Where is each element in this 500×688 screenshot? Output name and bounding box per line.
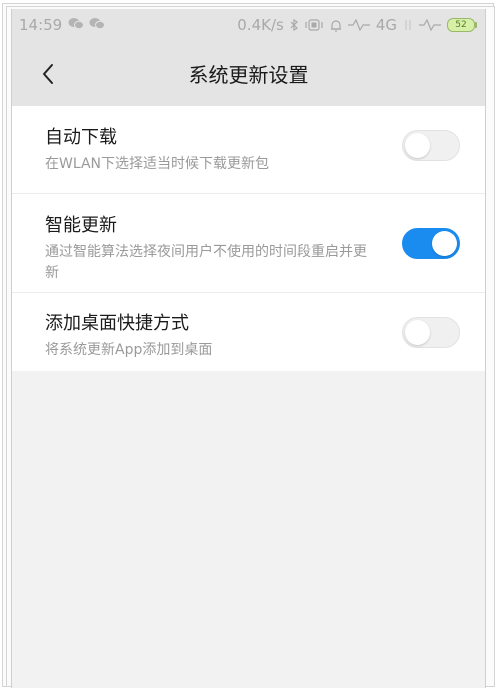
wechat-icon bbox=[89, 18, 105, 30]
settings-list: 自动下载 在WLAN下选择适当时候下载更新包 智能更新 通过智能算法选择夜间用户… bbox=[12, 106, 485, 371]
setting-title: 添加桌面快捷方式 bbox=[45, 313, 189, 334]
desktop-shortcut-toggle[interactable] bbox=[402, 317, 460, 348]
setting-text: 自动下载 在WLAN下选择适当时候下载更新包 bbox=[45, 123, 269, 175]
battery-indicator: 52 bbox=[447, 18, 477, 32]
phone-screen: 14:59 0.4K/s 4G 52 系统更新设置 自动下载 在WLAN下选择适… bbox=[11, 9, 486, 688]
signal-icon bbox=[419, 19, 441, 31]
setting-description: 将系统更新App添加到桌面 bbox=[45, 342, 213, 358]
status-bar: 14:59 0.4K/s 4G 52 bbox=[12, 9, 485, 41]
setting-title: 自动下载 bbox=[45, 127, 117, 148]
network-speed: 0.4K/s bbox=[237, 16, 284, 34]
auto-download-toggle[interactable] bbox=[402, 130, 460, 161]
status-time: 14:59 bbox=[19, 16, 63, 34]
data-arrows-icon bbox=[405, 20, 411, 30]
page-title: 系统更新设置 bbox=[188, 63, 309, 87]
setting-description: 在WLAN下选择适当时候下载更新包 bbox=[45, 156, 270, 172]
setting-auto-download[interactable]: 自动下载 在WLAN下选择适当时候下载更新包 bbox=[12, 106, 485, 194]
alarm-icon bbox=[330, 19, 341, 32]
toggle-knob bbox=[405, 133, 430, 158]
setting-desktop-shortcut[interactable]: 添加桌面快捷方式 将系统更新App添加到桌面 bbox=[12, 293, 485, 371]
top-bar: 14:59 0.4K/s 4G 52 系统更新设置 bbox=[12, 9, 485, 106]
screenshot-frame: 14:59 0.4K/s 4G 52 系统更新设置 自动下载 在WLAN下选择适… bbox=[0, 0, 500, 688]
toggle-knob bbox=[432, 231, 457, 256]
wechat-icon bbox=[68, 18, 84, 30]
setting-text: 智能更新 通过智能算法选择夜间用户不使用的时间段重启并更新 bbox=[45, 211, 380, 284]
title-bar: 系统更新设置 bbox=[12, 49, 485, 99]
network-type: 4G bbox=[375, 16, 397, 34]
setting-text: 添加桌面快捷方式 将系统更新App添加到桌面 bbox=[45, 309, 212, 361]
toggle-knob bbox=[405, 320, 430, 345]
setting-smart-update[interactable]: 智能更新 通过智能算法选择夜间用户不使用的时间段重启并更新 bbox=[12, 194, 485, 293]
signal-icon bbox=[347, 19, 370, 31]
bluetooth-icon bbox=[290, 19, 298, 31]
setting-title: 智能更新 bbox=[45, 215, 117, 236]
smart-update-toggle[interactable] bbox=[402, 228, 460, 259]
status-right-group: 0.4K/s 4G 52 bbox=[237, 16, 477, 34]
vibrate-icon bbox=[305, 19, 323, 31]
setting-description: 通过智能算法选择夜间用户不使用的时间段重启并更新 bbox=[45, 244, 367, 281]
